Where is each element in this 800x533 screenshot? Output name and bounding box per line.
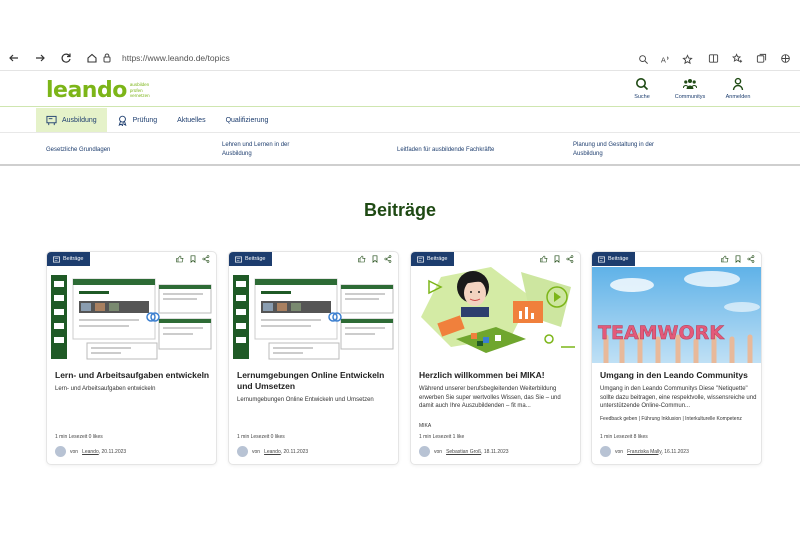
author-link[interactable]: Sebastian Groß [446,449,481,455]
section-title: Beiträge [363,200,437,220]
browser-toolbar: https://www.leando.de/topics A [0,46,800,70]
bookmark-icon[interactable] [734,255,742,263]
card-description: Lernumgebungen Online Entwickeln und Ums… [237,397,374,403]
share-icon[interactable] [384,255,392,263]
card-author: von Sebastian Groß, 18.11.2023 [419,446,509,457]
card-description: Während unserer berufsbegleitenden Weite… [419,386,561,409]
author-link[interactable]: Leando [264,449,281,455]
article-icon [235,256,242,262]
communitys-button[interactable]: Communitys [672,77,708,100]
subnav-leitfaden[interactable]: Leitfaden für ausbildende Fachkräfte [397,146,527,155]
logo-wordmark: leando [46,78,127,103]
article-icon [53,256,60,262]
subnav-planung-und-gestaltung[interactable]: Planung und Gestaltung in der Ausbildung [573,141,673,159]
article-icon [417,256,424,262]
post-card[interactable]: Beiträge [46,251,217,465]
card-description: Lern- und Arbeitsaufgaben entwickeln [55,386,156,392]
nav-item-qualifizierung[interactable]: Qualifizierung [216,108,279,132]
sub-navigation: Gesetzliche Grundlagen Lehren und Lernen… [0,132,800,166]
training-icon [46,115,57,125]
card-title[interactable]: Umgang in den Leando Communitys [600,370,758,381]
bookmark-icon[interactable] [189,255,197,263]
article-icon [598,256,605,262]
card-title[interactable]: Herzlich willkommen bei MIKA! [419,370,577,381]
lock-icon [103,53,111,63]
user-icon [732,77,744,91]
bookmark-icon[interactable] [371,255,379,263]
card-thumbnail [411,267,580,363]
card-thumbnail: TEAMWORK [592,267,761,363]
post-card[interactable]: Beiträge [410,251,581,465]
site-header: leando ausbilden prüfen vernetzen Suche … [0,70,800,106]
author-link[interactable]: Leando [82,449,99,455]
browser-extras [706,51,792,65]
card-thumbnail [229,267,398,363]
address-bar[interactable]: https://www.leando.de/topics A [94,48,700,68]
share-icon[interactable] [566,255,574,263]
read-aloud-icon[interactable]: A [658,52,672,66]
collections-icon[interactable] [754,51,768,65]
post-card[interactable]: Beiträge TEAMWORK Umgang in den Leando C… [591,251,762,465]
subnav-gesetzliche-grundlagen[interactable]: Gesetzliche Grundlagen [46,146,156,155]
split-screen-icon[interactable] [706,51,720,65]
post-card[interactable]: Beiträge [228,251,399,465]
teamwork-text: TEAMWORK [598,322,725,344]
svg-text:A: A [660,55,665,64]
reload-icon[interactable] [54,48,78,68]
nav-item-ausbildung[interactable]: Ausbildung [36,108,107,132]
logo-tagline: ausbilden prüfen vernetzen [129,82,150,99]
favorite-star-icon[interactable] [680,52,694,66]
card-tags[interactable]: MIKA [419,423,577,430]
card-meta: 1 min Lesezeit 0 likes [55,434,103,440]
header-divider [0,106,800,107]
card-title[interactable]: Lern- und Arbeitsaufgaben entwickeln [55,370,213,381]
subnav-lehren-und-lernen[interactable]: Lehren und Lernen in der Ausbildung [222,141,312,159]
zoom-icon[interactable] [636,52,650,66]
search-button[interactable]: Suche [624,77,660,100]
search-icon [636,78,649,91]
award-icon [118,115,127,126]
share-icon[interactable] [747,255,755,263]
avatar [237,446,248,457]
avatar [600,446,611,457]
like-icon[interactable] [721,255,729,263]
leando-logo[interactable]: leando ausbilden prüfen vernetzen [46,78,150,103]
forward-icon[interactable] [28,48,52,68]
category-badge: Beiträge [592,252,635,266]
category-badge: Beiträge [47,252,90,266]
card-description: Umgang in den Leando Communitys Diese "N… [600,386,757,409]
like-icon[interactable] [540,255,548,263]
card-author: von Leando, 20.11.2023 [237,446,308,457]
card-title[interactable]: Lernumgebungen Online Entwickeln und Ums… [237,370,395,392]
card-meta: 1 min Lesezeit 0 likes [237,434,285,440]
card-author: von Franziska Mally, 16.11.2023 [600,446,689,457]
like-icon[interactable] [358,255,366,263]
category-badge: Beiträge [411,252,454,266]
card-thumbnail [47,267,216,363]
back-icon[interactable] [2,48,26,68]
category-badge: Beiträge [229,252,272,266]
like-icon[interactable] [176,255,184,263]
avatar [419,446,430,457]
card-author: von Leando, 20.11.2023 [55,446,126,457]
nav-item-aktuelles[interactable]: Aktuelles [167,108,215,132]
nav-item-pruefung[interactable]: Prüfung [107,108,168,132]
share-icon[interactable] [202,255,210,263]
anmelden-button[interactable]: Anmelden [720,77,756,100]
card-tags[interactable]: Feedback geben | Führung Inklusion | Int… [600,416,758,423]
extensions-icon[interactable] [778,51,792,65]
main-navigation: Ausbildung Prüfung Aktuelles Qualifizier… [36,108,278,132]
url-text: https://www.leando.de/topics [122,53,230,63]
bookmark-icon[interactable] [553,255,561,263]
card-meta: 1 min Lesezeit 1 like [419,434,465,440]
author-link[interactable]: Franziska Mally [627,449,661,455]
community-icon [683,79,697,89]
card-meta: 1 min Lesezeit 8 likes [600,434,648,440]
avatar [55,446,66,457]
favorites-icon[interactable] [730,51,744,65]
